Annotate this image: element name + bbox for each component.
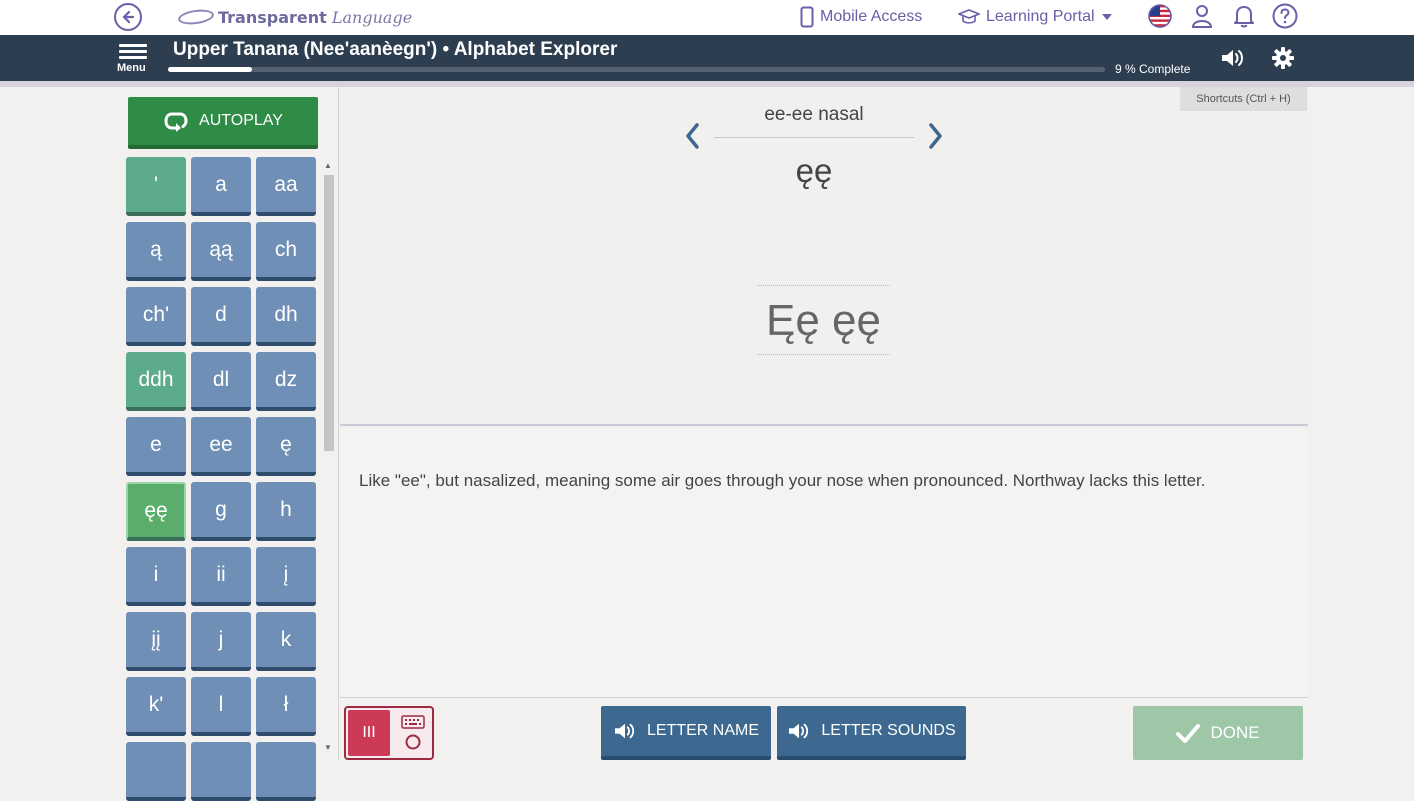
letter-tile[interactable]: į bbox=[256, 547, 316, 606]
letter-tile[interactable]: g bbox=[191, 482, 251, 541]
letter-glyph: ęę bbox=[795, 152, 833, 189]
autoplay-button[interactable]: AUTOPLAY bbox=[128, 97, 318, 149]
mobile-access-link[interactable]: Mobile Access bbox=[800, 6, 922, 28]
settings-button[interactable] bbox=[1270, 45, 1296, 71]
sidebar-scrollbar[interactable]: ▲ ▼ bbox=[322, 159, 336, 759]
speaker-icon bbox=[789, 723, 809, 739]
speaker-icon bbox=[1222, 50, 1243, 66]
logo-swoosh-icon bbox=[177, 7, 215, 27]
letter-tile[interactable]: i bbox=[126, 547, 186, 606]
back-button[interactable] bbox=[114, 3, 142, 31]
repeat-icon bbox=[164, 112, 188, 132]
letter-description-panel: Like "ee", but nasalized, meaning some a… bbox=[340, 428, 1308, 698]
letter-tile[interactable] bbox=[126, 742, 186, 801]
letter-sounds-button[interactable]: LETTER SOUNDS bbox=[777, 706, 966, 760]
user-icon bbox=[1191, 5, 1213, 28]
scroll-up-icon[interactable]: ▲ bbox=[324, 161, 332, 170]
letter-sidebar: AUTOPLAY ' a aa ą ąą ch ch' d dh ddh dl dz e ee ę ęę g h i… bbox=[0, 87, 339, 801]
progress-bar-fill bbox=[168, 67, 253, 72]
letter-tile[interactable]: e bbox=[126, 417, 186, 476]
letter-tile[interactable]: j bbox=[191, 612, 251, 671]
bell-icon bbox=[1234, 6, 1254, 28]
scroll-down-icon[interactable]: ▼ bbox=[324, 743, 332, 752]
letter-tile[interactable]: dh bbox=[256, 287, 316, 346]
letter-tile[interactable]: ddh bbox=[126, 352, 186, 411]
letter-tile[interactable]: ą bbox=[126, 222, 186, 281]
shortcuts-button[interactable]: Shortcuts (Ctrl + H) bbox=[1180, 87, 1307, 111]
checkmark-icon bbox=[1176, 724, 1201, 743]
letter-name-divider bbox=[714, 137, 914, 138]
letter-case-display: Ęę ęę bbox=[757, 285, 890, 355]
input-mode-toggle[interactable]: III bbox=[344, 706, 434, 760]
chevron-right-icon bbox=[929, 123, 942, 149]
letter-tile[interactable]: ę bbox=[256, 417, 316, 476]
profile-button[interactable] bbox=[1189, 3, 1215, 29]
question-circle-icon bbox=[1272, 3, 1298, 29]
letter-tile[interactable]: ' bbox=[126, 157, 186, 216]
letter-tile[interactable]: k bbox=[256, 612, 316, 671]
mobile-phone-icon bbox=[800, 6, 814, 28]
logo-word: Language bbox=[331, 7, 413, 27]
letter-tile[interactable]: ł bbox=[256, 677, 316, 736]
language-flag-button[interactable] bbox=[1147, 3, 1173, 29]
audio-button[interactable] bbox=[1220, 45, 1246, 71]
top-bar: Transparent Language Mobile Access Learn… bbox=[0, 0, 1414, 35]
previous-letter-button[interactable] bbox=[680, 118, 704, 154]
keyboard-icon bbox=[401, 715, 425, 729]
letter-tile[interactable]: l bbox=[191, 677, 251, 736]
next-letter-button[interactable] bbox=[924, 118, 948, 154]
us-flag-icon bbox=[1148, 4, 1172, 28]
notifications-button[interactable] bbox=[1231, 3, 1257, 29]
letter-tile[interactable]: ch' bbox=[126, 287, 186, 346]
letter-tile[interactable]: dl bbox=[191, 352, 251, 411]
gear-icon bbox=[1272, 47, 1294, 69]
autoplay-label: AUTOPLAY bbox=[199, 112, 283, 129]
speaker-icon bbox=[614, 723, 635, 739]
letter-tile[interactable]: d bbox=[191, 287, 251, 346]
learning-portal-label: Learning Portal bbox=[986, 8, 1095, 25]
chevron-left-icon bbox=[686, 123, 699, 149]
lesson-title: Upper Tanana (Nee'aanèegn') • Alphabet E… bbox=[173, 39, 618, 60]
progress-label: 9 % Complete bbox=[1115, 62, 1191, 76]
arrow-left-icon bbox=[122, 10, 135, 24]
transparent-language-logo[interactable]: Transparent Language bbox=[177, 6, 413, 28]
letter-tile[interactable]: k' bbox=[126, 677, 186, 736]
letter-tile[interactable]: a bbox=[191, 157, 251, 216]
scroll-thumb[interactable] bbox=[324, 175, 334, 451]
graduation-cap-icon bbox=[958, 9, 980, 24]
menu-button[interactable]: Menu bbox=[117, 41, 151, 77]
learning-portal-dropdown[interactable]: Learning Portal bbox=[958, 6, 1113, 28]
record-circle-icon bbox=[405, 734, 421, 750]
letter-description: Like "ee", but nasalized, meaning some a… bbox=[359, 471, 1206, 490]
hamburger-icon bbox=[117, 44, 151, 59]
menu-label: Menu bbox=[117, 62, 146, 74]
letter-tile[interactable] bbox=[191, 742, 251, 801]
letter-tile[interactable]: ąą bbox=[191, 222, 251, 281]
letter-sounds-button-label: LETTER SOUNDS bbox=[821, 722, 956, 739]
done-button[interactable]: DONE bbox=[1133, 706, 1303, 760]
lesson-header: Menu Upper Tanana (Nee'aanèegn') • Alpha… bbox=[0, 35, 1414, 81]
letter-tile[interactable]: ee bbox=[191, 417, 251, 476]
mode-card-label: III bbox=[348, 710, 390, 756]
letter-tile[interactable]: aa bbox=[256, 157, 316, 216]
letter-name-button-label: LETTER NAME bbox=[646, 722, 759, 739]
letter-tile[interactable]: ii bbox=[191, 547, 251, 606]
progress-bar bbox=[168, 67, 1105, 72]
caret-down-icon bbox=[1101, 14, 1112, 20]
letter-tile[interactable]: įį bbox=[126, 612, 186, 671]
letter-name-button[interactable]: LETTER NAME bbox=[601, 706, 771, 760]
mobile-access-label: Mobile Access bbox=[820, 8, 923, 25]
letter-tile[interactable]: dz bbox=[256, 352, 316, 411]
letter-tile[interactable]: ch bbox=[256, 222, 316, 281]
done-button-label: DONE bbox=[1210, 723, 1260, 742]
logo-brand: Transparent bbox=[218, 7, 327, 27]
letter-tile[interactable] bbox=[256, 742, 316, 801]
help-button[interactable] bbox=[1272, 3, 1298, 29]
letter-tile[interactable]: h bbox=[256, 482, 316, 541]
letter-tile[interactable]: ęę bbox=[126, 482, 186, 541]
letter-name: ee-ee nasal bbox=[764, 104, 864, 125]
